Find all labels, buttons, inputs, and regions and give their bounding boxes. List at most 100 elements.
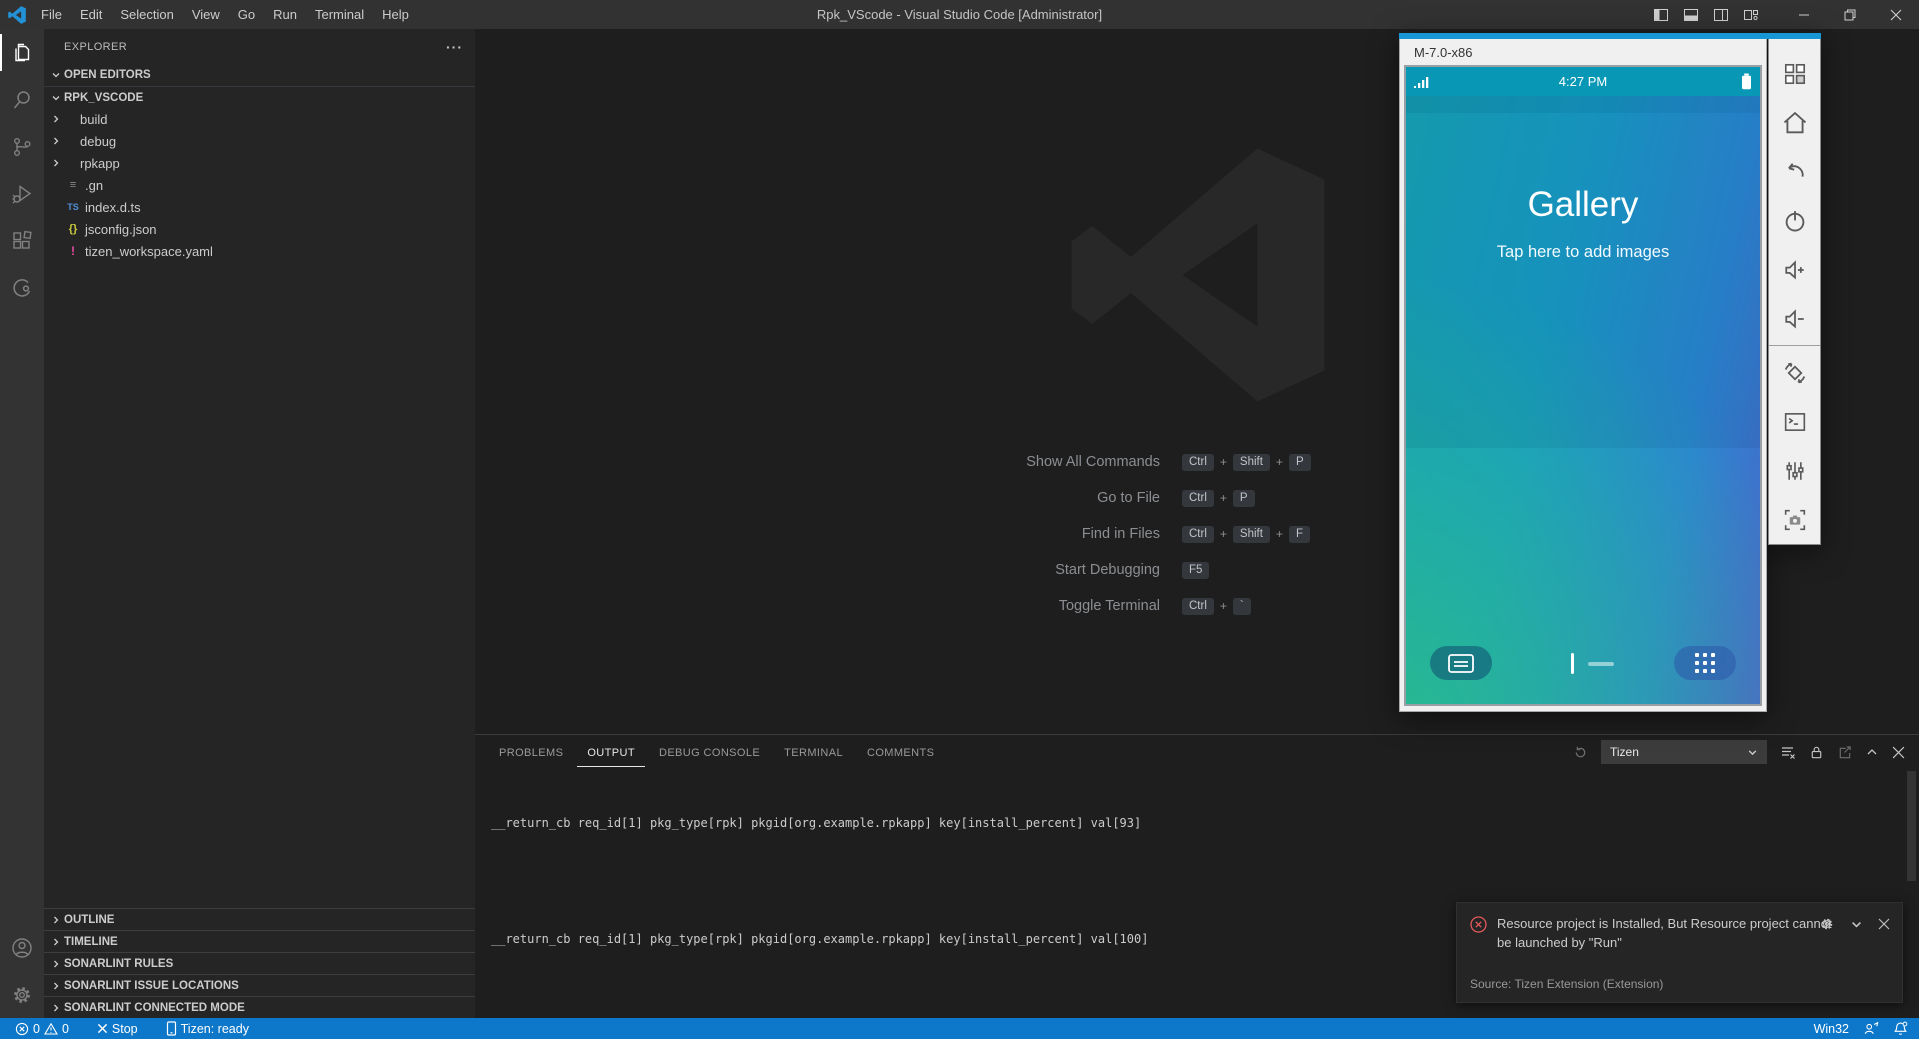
shortcut-label: Toggle Terminal <box>780 598 1160 614</box>
page-indicator <box>1588 662 1614 666</box>
menu-view[interactable]: View <box>183 0 229 29</box>
problems-status[interactable]: 0 0 <box>8 1018 76 1039</box>
tab-comments[interactable]: COMMENTS <box>857 738 944 766</box>
rotate-button[interactable] <box>1769 348 1820 397</box>
tizen-ready-status[interactable]: Tizen: ready <box>159 1018 256 1039</box>
explorer-sidebar: EXPLORER ··· OPEN EDITORS RPK_VSCODE bui… <box>44 29 475 1018</box>
shortcut-label: Go to File <box>780 490 1160 506</box>
activitybar-search[interactable] <box>0 76 44 123</box>
activitybar-source-control[interactable] <box>0 123 44 170</box>
outline-section[interactable]: OUTLINE <box>44 908 475 930</box>
gallery-app-title: Gallery <box>1406 185 1760 225</box>
minimize-button[interactable] <box>1781 0 1827 29</box>
more-actions-icon[interactable]: ··· <box>446 39 463 55</box>
json-file-icon: {} <box>64 223 82 235</box>
tree-item-gn[interactable]: ≡ .gn <box>44 174 475 196</box>
chevron-right-icon <box>51 981 61 991</box>
screenshot-button[interactable] <box>1769 495 1820 544</box>
restore-button[interactable] <box>1827 0 1873 29</box>
home-icon <box>1781 109 1809 137</box>
tree-item-tizen-workspace[interactable]: ! tizen_workspace.yaml <box>44 240 475 262</box>
tab-output[interactable]: OUTPUT <box>577 738 645 767</box>
shell-button[interactable] <box>1769 397 1820 446</box>
activitybar-settings[interactable] <box>0 971 44 1018</box>
close-panel-icon[interactable] <box>1892 746 1905 759</box>
output-channel-select[interactable]: Tizen <box>1601 740 1767 764</box>
sonarlint-rules-section[interactable]: SONARLINT RULES <box>44 952 475 974</box>
chevron-right-icon <box>51 959 61 969</box>
control-panel-button[interactable] <box>1769 446 1820 495</box>
close-window-button[interactable] <box>1873 0 1919 29</box>
sonarlint-connected-mode-section[interactable]: SONARLINT CONNECTED MODE <box>44 996 475 1018</box>
maximize-panel-icon[interactable] <box>1865 745 1879 759</box>
menu-help[interactable]: Help <box>373 0 418 29</box>
gallery-app-hint[interactable]: Tap here to add images <box>1406 243 1760 262</box>
tree-item-index-dts[interactable]: TS index.d.ts <box>44 196 475 218</box>
notification-close-icon[interactable] <box>1878 918 1890 930</box>
extensions-icon <box>10 229 34 253</box>
lock-icon[interactable] <box>1809 745 1824 760</box>
activitybar-accounts[interactable] <box>0 924 44 971</box>
activitybar-extensions[interactable] <box>0 217 44 264</box>
root-folder-section[interactable]: RPK_VSCODE <box>44 86 475 108</box>
error-icon <box>1470 916 1487 933</box>
volume-up-icon <box>1781 256 1809 284</box>
sliders-icon <box>1781 457 1809 485</box>
run-and-debug-icon <box>10 182 34 206</box>
timeline-section[interactable]: TIMELINE <box>44 930 475 952</box>
notifications-bell[interactable] <box>1886 1018 1915 1039</box>
toggle-panel-icon[interactable] <box>1683 7 1699 23</box>
activitybar-sonarlint[interactable] <box>0 264 44 311</box>
power-button[interactable] <box>1769 196 1820 245</box>
tree-item-debug[interactable]: debug <box>44 130 475 152</box>
menu-edit[interactable]: Edit <box>71 0 111 29</box>
chevron-right-icon <box>51 114 61 124</box>
open-editors-section[interactable]: OPEN EDITORS <box>44 64 475 86</box>
refresh-icon[interactable] <box>1573 745 1588 760</box>
menu-file[interactable]: File <box>32 0 71 29</box>
activitybar-run-debug[interactable] <box>0 170 44 217</box>
tab-terminal[interactable]: TERMINAL <box>774 738 853 766</box>
key-chip: Shift <box>1233 526 1270 543</box>
activitybar-explorer[interactable] <box>0 29 44 76</box>
activity-bar <box>0 29 44 1018</box>
feedback-button[interactable] <box>1856 1018 1886 1039</box>
stop-button[interactable]: Stop <box>90 1018 145 1039</box>
notification-source: Source: Tizen Extension (Extension) <box>1470 977 1663 991</box>
key-chip: F <box>1289 526 1310 543</box>
tab-problems[interactable]: PROBLEMS <box>489 738 573 766</box>
toggle-secondary-sidebar-icon[interactable] <box>1713 7 1729 23</box>
emulator-screen[interactable]: 4:27 PM Gallery Tap here to add images <box>1404 65 1762 706</box>
apps-button[interactable] <box>1674 646 1736 680</box>
sonarlint-issue-locations-section[interactable]: SONARLINT ISSUE LOCATIONS <box>44 974 475 996</box>
tab-debug-console[interactable]: DEBUG CONSOLE <box>649 738 770 766</box>
platform-indicator[interactable]: Win32 <box>1807 1018 1856 1039</box>
home-button[interactable] <box>1769 98 1820 147</box>
open-output-in-editor-icon[interactable] <box>1837 745 1852 760</box>
key-chip: Shift <box>1233 454 1270 471</box>
account-icon <box>10 936 34 960</box>
menu-selection[interactable]: Selection <box>111 0 182 29</box>
menu-terminal[interactable]: Terminal <box>306 0 373 29</box>
volume-down-button[interactable] <box>1769 294 1820 343</box>
tree-item-jsconfig[interactable]: {} jsconfig.json <box>44 218 475 240</box>
back-arrow-icon <box>1781 158 1809 186</box>
tree-item-rpkapp[interactable]: rpkapp <box>44 152 475 174</box>
back-button[interactable] <box>1769 147 1820 196</box>
menu-go[interactable]: Go <box>229 0 264 29</box>
clear-output-icon[interactable] <box>1780 744 1796 760</box>
screenshot-camera-icon <box>1781 506 1809 534</box>
panel-scrollbar[interactable] <box>1907 771 1916 881</box>
notification-settings-icon[interactable] <box>1819 916 1835 932</box>
menu-run[interactable]: Run <box>264 0 306 29</box>
recents-button[interactable] <box>1430 646 1492 680</box>
chevron-down-icon <box>1747 747 1758 758</box>
multi-window-button[interactable] <box>1769 49 1820 98</box>
chevron-right-icon <box>51 915 61 925</box>
toggle-sidebar-icon[interactable] <box>1653 7 1669 23</box>
notification-collapse-icon[interactable] <box>1850 918 1863 931</box>
tree-item-build[interactable]: build <box>44 108 475 130</box>
customize-layout-icon[interactable] <box>1743 7 1759 23</box>
volume-up-button[interactable] <box>1769 245 1820 294</box>
gear-icon <box>10 983 34 1007</box>
